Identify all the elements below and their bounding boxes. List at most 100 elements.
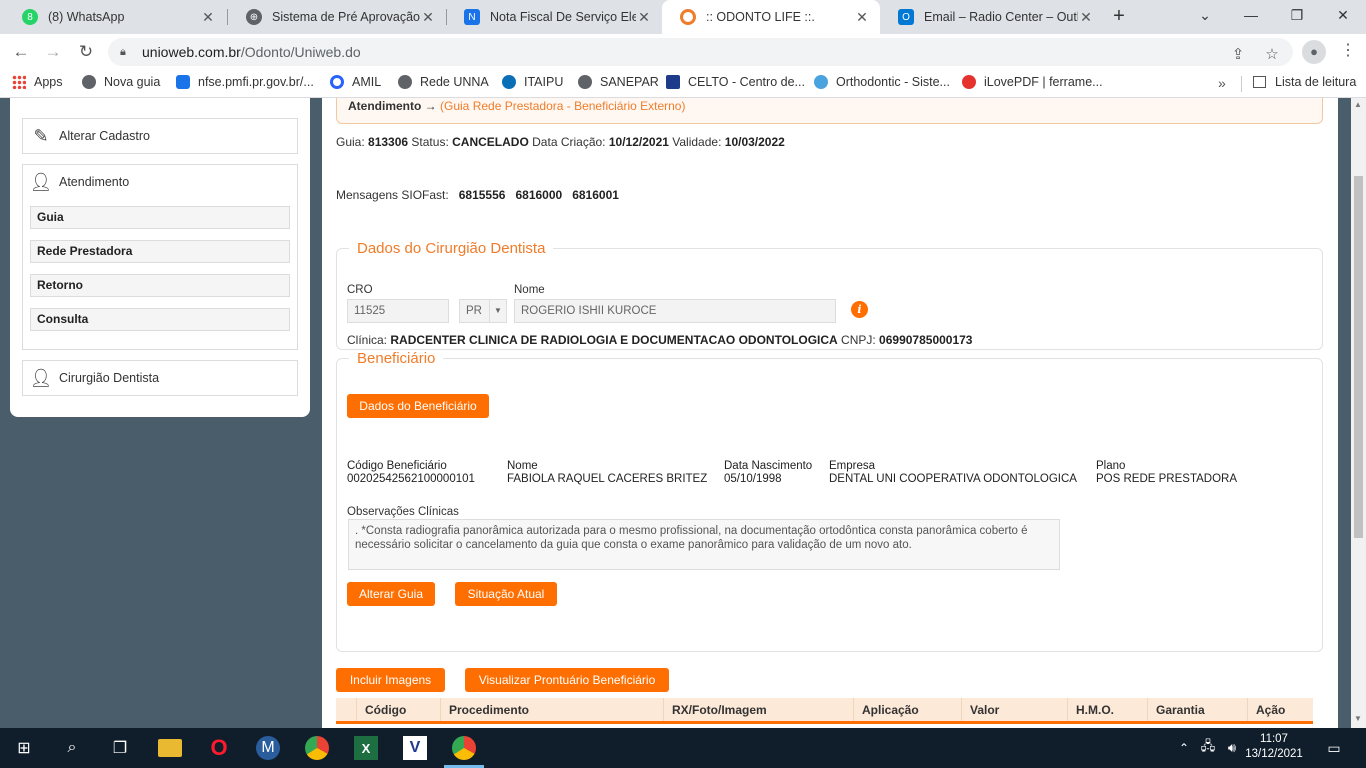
guia-status-line: Guia: 813306 Status: CANCELADO Data Cria… <box>336 135 785 149</box>
tab-odonto-life[interactable]: :: ODONTO LIFE ::. ✕ <box>662 0 880 34</box>
close-icon[interactable]: ✕ <box>420 9 436 26</box>
lock-icon[interactable]: 🔒︎ <box>120 46 132 59</box>
more-bookmarks-icon[interactable]: » <box>1218 75 1226 91</box>
url-path: /Odonto/Uniweb.do <box>240 44 361 60</box>
tab-pre-aprovacao[interactable]: ⊕ Sistema de Pré Aprovação ✕ <box>228 0 446 34</box>
alterar-guia-button[interactable]: Alterar Guia <box>347 582 435 606</box>
url-input[interactable]: 🔒︎ unioweb.com.br/Odonto/Uniweb.do ⇪ ☆ <box>108 38 1293 66</box>
col-aplicacao[interactable]: Aplicação <box>853 698 961 721</box>
orthodontic-icon <box>814 75 828 89</box>
nfse-icon <box>176 75 190 89</box>
col-acao[interactable]: Ação <box>1247 698 1313 721</box>
nome-dentista-field[interactable]: ROGERIO ISHII KUROCE <box>514 299 836 323</box>
tab-outlook[interactable]: O Email – Radio Center – Outlo ✕ <box>880 0 1104 34</box>
scroll-down-icon[interactable]: ▼ <box>1354 714 1362 723</box>
close-window-icon[interactable]: ✕ <box>1320 0 1366 30</box>
sidebar-item-retorno[interactable]: Retorno <box>30 274 290 297</box>
sidebar-atendimento-header[interactable]: 👤︎ Atendimento <box>23 165 297 199</box>
col-valor[interactable]: Valor <box>961 698 1067 721</box>
back-icon[interactable]: ← <box>10 41 32 63</box>
file-explorer-icon[interactable] <box>158 739 182 757</box>
search-icon[interactable]: ⌕ <box>60 736 84 760</box>
close-icon[interactable]: ✕ <box>636 9 652 26</box>
status-badge: CANCELADO <box>452 135 529 149</box>
edit-icon: ✎ <box>33 125 49 146</box>
bookmark-amil[interactable]: AMIL <box>330 75 381 89</box>
app-m-icon[interactable]: M <box>256 736 280 760</box>
volume-icon[interactable]: 🔊︎ <box>1220 736 1244 760</box>
bookmark-nova-guia[interactable]: Nova guia <box>82 75 160 89</box>
user-chat-icon: 👤︎ <box>29 171 53 192</box>
nome-beneficiario: Nome FABIOLA RAQUEL CACERES BRITEZ <box>507 460 708 485</box>
bookmark-rede-unna[interactable]: Rede UNNA <box>398 75 489 89</box>
scrollbar-thumb[interactable] <box>1354 176 1363 538</box>
tab-search-icon[interactable]: ⌄ <box>1182 0 1228 30</box>
empresa: Empresa DENTAL UNI COOPERATIVA ODONTOLOG… <box>829 460 1077 485</box>
info-icon[interactable]: i <box>851 301 868 318</box>
task-view-icon[interactable]: ❐ <box>108 736 132 760</box>
col-procedimento[interactable]: Procedimento <box>440 698 663 721</box>
col-garantia[interactable]: Garantia <box>1147 698 1247 721</box>
whatsapp-icon: 8 <box>22 9 38 25</box>
col-hmo[interactable]: H.M.O. <box>1067 698 1147 721</box>
menu-icon[interactable]: ⋮ <box>1340 40 1356 60</box>
reload-icon[interactable]: ↻ <box>75 41 97 63</box>
amil-icon <box>330 75 344 89</box>
beneficiario-fieldset: Beneficiário Dados do Beneficiário Códig… <box>336 350 1323 652</box>
notification-icon[interactable]: ▭ <box>1322 736 1346 760</box>
bookmark-ilovepdf[interactable]: iLovePDF | ferrame... <box>962 75 1103 89</box>
visualizar-prontuario-button[interactable]: Visualizar Prontuário Beneficiário <box>465 668 669 692</box>
tab-whatsapp[interactable]: 8 (8) WhatsApp ✕ <box>4 0 226 34</box>
chrome-active-icon[interactable] <box>452 736 476 760</box>
sidebar-alterar-cadastro[interactable]: ✎ Alterar Cadastro <box>22 118 298 154</box>
sidebar-item-rede-prestadora[interactable]: Rede Prestadora <box>30 240 290 263</box>
excel-icon[interactable]: X <box>354 736 378 760</box>
globe-icon <box>82 75 96 89</box>
sidebar-atendimento: 👤︎ Atendimento Guia Rede Prestadora Reto… <box>22 164 298 350</box>
page-scrollbar[interactable]: ▲ ▼ <box>1351 98 1366 728</box>
tab-nota-fiscal[interactable]: N Nota Fiscal De Serviço Eletrô ✕ <box>446 0 662 34</box>
forward-icon[interactable]: → <box>42 41 64 63</box>
bookmark-orthodontic[interactable]: Orthodontic - Siste... <box>814 75 950 89</box>
situacao-atual-button[interactable]: Situação Atual <box>455 582 557 606</box>
col-rx-foto-imagem[interactable]: RX/Foto/Imagem <box>663 698 853 721</box>
sidebar-cirurgiao-dentista[interactable]: 👤︎ Cirurgião Dentista <box>22 360 298 396</box>
cro-field[interactable]: 11525 <box>347 299 449 323</box>
taskbar-clock[interactable]: 11:07 13/12/2021 <box>1244 732 1304 762</box>
bookmark-apps[interactable]: Apps <box>12 75 63 89</box>
close-icon[interactable]: ✕ <box>854 9 870 26</box>
col-codigo[interactable]: Código <box>356 698 440 721</box>
close-icon[interactable]: ✕ <box>200 9 216 26</box>
observacoes-textarea[interactable]: . *Consta radiografia panorâmica autoriz… <box>348 519 1060 570</box>
dentist-icon: 👤︎ <box>29 367 53 388</box>
uf-select[interactable]: PR ▼ <box>459 299 507 323</box>
minimize-icon[interactable]: — <box>1228 0 1274 30</box>
sidebar-item-guia[interactable]: Guia <box>30 206 290 229</box>
incluir-imagens-button[interactable]: Incluir Imagens <box>336 668 445 692</box>
bookmark-nfse[interactable]: nfse.pmfi.pr.gov.br/... <box>176 75 314 89</box>
bookmark-itaipu[interactable]: ITAIPU <box>502 75 563 89</box>
tray-chevron-icon[interactable]: ⌃ <box>1172 736 1196 760</box>
chrome-icon[interactable] <box>305 736 329 760</box>
sidebar-item-consulta[interactable]: Consulta <box>30 308 290 331</box>
app-v-icon[interactable]: V <box>403 736 427 760</box>
dentista-fieldset: Dados do Cirurgião Dentista CRO 11525 PR… <box>336 240 1323 350</box>
windows-start-icon[interactable]: ⊞ <box>12 736 36 760</box>
reading-list-button[interactable]: Lista de leitura <box>1253 75 1356 89</box>
restore-icon[interactable]: ❐ <box>1274 0 1320 30</box>
chevron-down-icon: ▼ <box>489 300 506 322</box>
network-icon[interactable]: 🖧︎ <box>1196 736 1220 760</box>
opera-icon[interactable]: O <box>207 735 231 760</box>
profile-avatar-icon[interactable]: ● <box>1302 40 1326 64</box>
close-icon[interactable]: ✕ <box>1078 9 1094 26</box>
star-icon[interactable]: ☆ <box>1262 45 1282 63</box>
itaipu-icon <box>502 75 516 89</box>
scroll-up-icon[interactable]: ▲ <box>1354 100 1362 109</box>
dados-beneficiario-button[interactable]: Dados do Beneficiário <box>347 394 489 418</box>
dentista-legend: Dados do Cirurgião Dentista <box>357 240 546 257</box>
bookmark-celto[interactable]: CELTO - Centro de... <box>666 75 805 89</box>
bookmark-sanepar[interactable]: SANEPAR <box>578 75 659 89</box>
new-tab-button[interactable]: + <box>1108 5 1130 28</box>
main-content: Atendimento → (Guia Rede Prestadora - Be… <box>322 98 1338 728</box>
share-icon[interactable]: ⇪ <box>1228 45 1248 63</box>
